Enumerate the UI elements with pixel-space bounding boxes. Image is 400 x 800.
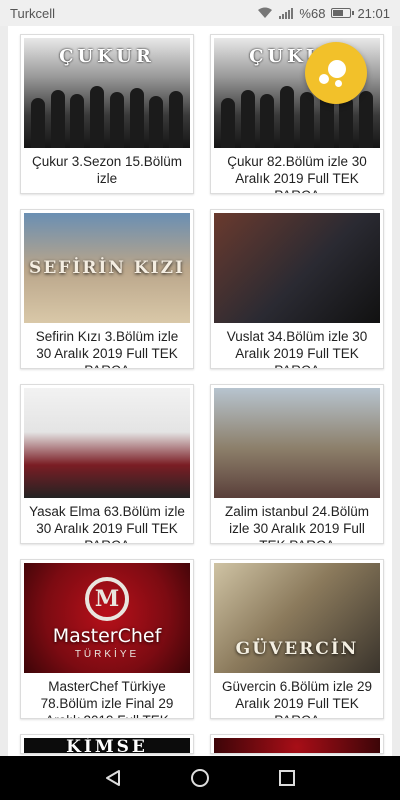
battery-fill <box>333 10 344 16</box>
video-card[interactable]: Yasak Elma 63.Bölüm izle 30 Aralık 2019 … <box>20 384 194 544</box>
floating-action-button[interactable] <box>305 42 367 104</box>
clock: 21:01 <box>357 5 390 21</box>
masterchef-logo-icon: M <box>85 576 129 621</box>
video-thumbnail[interactable] <box>214 738 380 753</box>
grid-row: M MasterChef TÜRKİYE MasterChef Türkiye … <box>20 559 384 719</box>
video-title[interactable]: Güvercin 6.Bölüm izle 29 Aralık 2019 Ful… <box>214 673 380 718</box>
thumbnail-cast <box>24 78 190 148</box>
battery-icon <box>331 8 355 18</box>
video-card[interactable] <box>210 734 384 754</box>
video-title[interactable]: Çukur 3.Sezon 15.Bölüm izle <box>24 148 190 187</box>
back-triangle-icon <box>106 770 121 786</box>
video-card[interactable]: Vuslat 34.Bölüm izle 30 Aralık 2019 Full… <box>210 209 384 369</box>
status-icons: %68 21:01 <box>257 6 390 21</box>
video-card[interactable]: M MasterChef TÜRKİYE MasterChef Türkiye … <box>20 559 194 719</box>
grid-row: Yasak Elma 63.Bölüm izle 30 Aralık 2019 … <box>20 384 384 544</box>
video-thumbnail[interactable]: GÜVERCİN <box>214 563 380 673</box>
grid-row: KİMSE <box>20 734 384 754</box>
status-bar: Turkcell %68 21:01 <box>0 0 400 26</box>
video-thumbnail[interactable] <box>214 388 380 498</box>
thumbnail-subtext: TÜRKİYE <box>74 648 140 660</box>
video-thumbnail[interactable] <box>214 213 380 323</box>
thumbnail-text: KİMSE <box>66 738 148 754</box>
video-grid: ÇUKUR Çukur 3.Sezon 15.Bölüm izle ÇUKUR … <box>20 34 384 756</box>
video-title[interactable]: MasterChef Türkiye 78.Bölüm izle Final 2… <box>24 673 190 718</box>
battery-percent: %68 <box>299 5 326 21</box>
video-thumbnail[interactable]: ÇUKUR <box>24 38 190 148</box>
nav-home-button[interactable] <box>180 758 220 798</box>
video-card[interactable]: ÇUKUR Çukur 3.Sezon 15.Bölüm izle <box>20 34 194 194</box>
thumbnail-text: GÜVERCİN <box>235 639 359 659</box>
video-thumbnail[interactable]: SEFİRİN KIZI <box>24 213 190 323</box>
video-card[interactable]: KİMSE <box>20 734 194 754</box>
nav-back-button[interactable] <box>93 758 133 798</box>
recents-square-icon <box>278 770 295 786</box>
wifi-icon <box>258 7 273 18</box>
video-card[interactable]: Zalim istanbul 24.Bölüm izle 30 Aralık 2… <box>210 384 384 544</box>
video-title[interactable]: Zalim istanbul 24.Bölüm izle 30 Aralık 2… <box>214 498 380 543</box>
content-area[interactable]: ÇUKUR Çukur 3.Sezon 15.Bölüm izle ÇUKUR … <box>0 26 400 756</box>
system-nav-bar <box>0 756 400 800</box>
grid-row: SEFİRİN KIZI Sefirin Kızı 3.Bölüm izle 3… <box>20 209 384 369</box>
video-thumbnail[interactable]: KİMSE <box>24 738 190 754</box>
video-title[interactable]: Yasak Elma 63.Bölüm izle 30 Aralık 2019 … <box>24 498 190 543</box>
video-thumbnail[interactable] <box>24 388 190 498</box>
nav-recents-button[interactable] <box>267 758 307 798</box>
video-card[interactable]: GÜVERCİN Güvercin 6.Bölüm izle 29 Aralık… <box>210 559 384 719</box>
signal-icon <box>279 7 294 19</box>
video-title[interactable]: Sefirin Kızı 3.Bölüm izle 30 Aralık 2019… <box>24 323 190 368</box>
content-panel: ÇUKUR Çukur 3.Sezon 15.Bölüm izle ÇUKUR … <box>8 26 392 756</box>
thumbnail-text: MasterChef <box>52 624 162 647</box>
home-circle-icon <box>190 769 209 787</box>
carrier-name: Turkcell <box>10 5 56 21</box>
video-title[interactable]: Çukur 82.Bölüm izle 30 Aralık 2019 Full … <box>214 148 380 193</box>
video-thumbnail[interactable]: M MasterChef TÜRKİYE <box>24 563 190 673</box>
video-title[interactable]: Vuslat 34.Bölüm izle 30 Aralık 2019 Full… <box>214 323 380 368</box>
thumbnail-text: ÇUKUR <box>59 46 155 67</box>
thumbnail-text: SEFİRİN KIZI <box>29 258 185 278</box>
video-card[interactable]: SEFİRİN KIZI Sefirin Kızı 3.Bölüm izle 3… <box>20 209 194 369</box>
